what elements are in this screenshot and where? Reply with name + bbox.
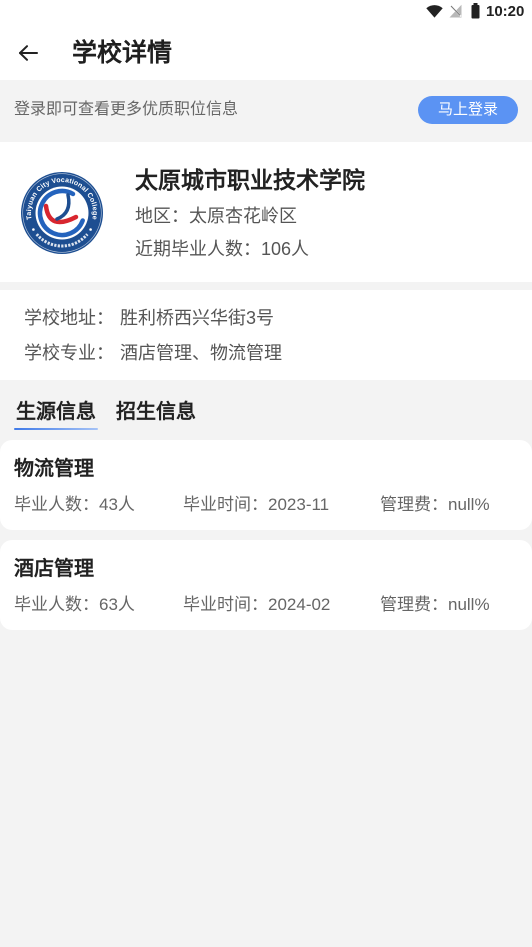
school-address-row: 学校地址： 胜利桥西兴华街3号 (24, 306, 274, 330)
page-title: 学校详情 (72, 39, 173, 67)
login-button[interactable]: 马上登录 (418, 96, 518, 124)
school-graduates-label: 近期毕业人数： (135, 239, 261, 259)
stat-label: 毕业时间： (183, 495, 268, 514)
major-list: 物流管理 毕业人数：43人 毕业时间：2023-11 管理费：null% 酒店管… (0, 440, 532, 640)
stat-value: 43人 (99, 495, 135, 514)
stat-value: 2023-11 (268, 495, 330, 514)
stat-value: 63人 (99, 595, 135, 614)
tab-student-source[interactable]: 生源信息 (14, 399, 98, 430)
school-detail-screen: 10:20 学校详情 登录即可查看更多优质职位信息 马上登录 Taiyuan C… (0, 0, 532, 947)
school-majors-row: 学校专业： 酒店管理、物流管理 (24, 341, 282, 365)
major-graduation-time: 毕业时间：2023-11 (183, 493, 329, 517)
tab-enrollment[interactable]: 招生信息 (116, 399, 196, 425)
info-tabs: 生源信息 招生信息 (14, 380, 196, 440)
arrow-left-icon (19, 45, 38, 61)
login-prompt-text: 登录即可查看更多优质职位信息 (14, 101, 239, 118)
stat-label: 毕业时间： (183, 595, 268, 614)
battery-icon (471, 3, 480, 19)
tab-label: 招生信息 (116, 401, 196, 423)
major-graduate-count: 毕业人数：43人 (14, 493, 135, 517)
major-graduate-count: 毕业人数：63人 (14, 593, 135, 617)
major-graduation-time: 毕业时间：2024-02 (183, 593, 330, 617)
wifi-icon (426, 5, 443, 18)
school-majors-value: 酒店管理、物流管理 (120, 343, 282, 363)
major-name: 酒店管理 (14, 558, 94, 580)
stat-value: null% (448, 495, 490, 514)
school-details: 学校地址： 胜利桥西兴华街3号 学校专业： 酒店管理、物流管理 (0, 290, 532, 380)
school-region: 地区：太原杏花岭区 (135, 204, 297, 228)
login-banner: 登录即可查看更多优质职位信息 马上登录 (0, 80, 532, 142)
stat-label: 毕业人数： (14, 495, 99, 514)
school-name: 太原城市职业技术学院 (135, 167, 365, 193)
stat-value: 2024-02 (268, 595, 331, 614)
major-management-fee: 管理费：null% (380, 593, 490, 617)
stat-label: 管理费： (380, 595, 448, 614)
app-header: 学校详情 (0, 26, 532, 80)
tab-label: 生源信息 (16, 401, 96, 423)
stat-label: 毕业人数： (14, 595, 99, 614)
status-time: 10:20 (486, 3, 525, 20)
school-logo: Taiyuan City Vocational College (21, 172, 103, 254)
school-recent-graduates: 近期毕业人数：106人 (135, 237, 309, 261)
school-region-value: 太原杏花岭区 (189, 206, 297, 226)
stat-value: null% (448, 595, 490, 614)
major-card[interactable]: 酒店管理 毕业人数：63人 毕业时间：2024-02 管理费：null% (0, 540, 532, 630)
status-bar: 10:20 (0, 0, 532, 26)
school-region-label: 地区： (135, 206, 189, 226)
no-sim-signal-icon (449, 4, 462, 18)
school-summary-card: Taiyuan City Vocational College 太原城市职业技术… (0, 142, 532, 282)
major-name: 物流管理 (14, 458, 94, 480)
school-graduates-value: 106人 (261, 239, 310, 259)
tab-active-indicator (14, 428, 98, 430)
back-button[interactable] (14, 40, 42, 66)
major-card[interactable]: 物流管理 毕业人数：43人 毕业时间：2023-11 管理费：null% (0, 440, 532, 530)
school-address-label: 学校地址： (24, 308, 114, 328)
school-address-value: 胜利桥西兴华街3号 (120, 308, 275, 328)
stat-label: 管理费： (380, 495, 448, 514)
major-management-fee: 管理费：null% (380, 493, 490, 517)
school-majors-label: 学校专业： (24, 343, 114, 363)
